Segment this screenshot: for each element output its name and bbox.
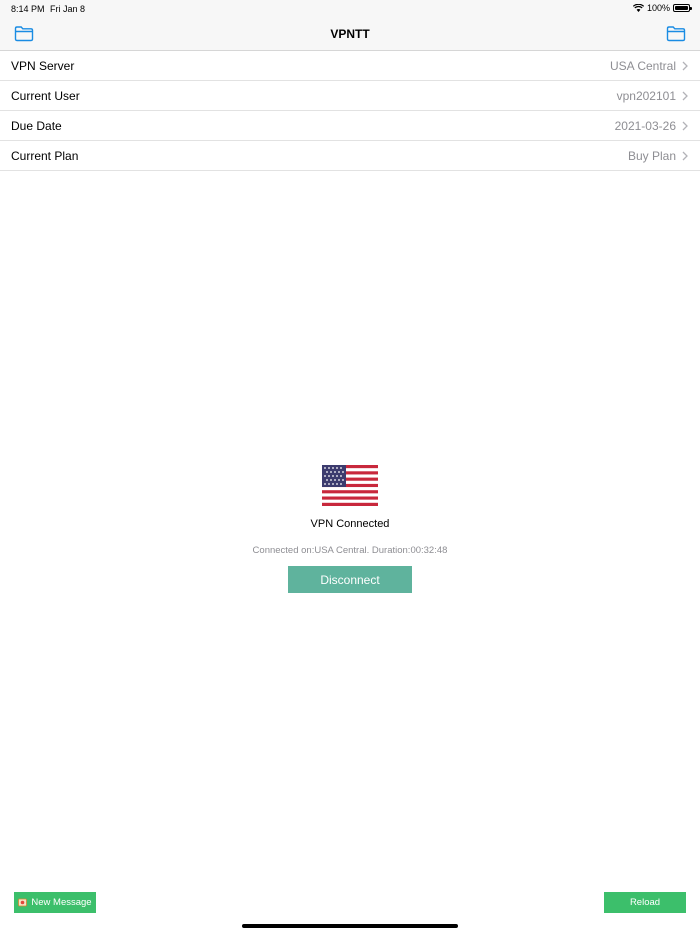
row-value: 2021-03-26 xyxy=(614,118,676,133)
new-message-label: New Message xyxy=(31,897,92,908)
row-current-user[interactable]: Current User vpn202101 xyxy=(0,81,700,111)
row-due-date[interactable]: Due Date 2021-03-26 xyxy=(0,111,700,141)
chevron-right-icon xyxy=(682,121,688,130)
row-vpn-server[interactable]: VPN Server USA Central xyxy=(0,51,700,81)
wifi-icon xyxy=(632,4,644,12)
row-current-plan[interactable]: Current Plan Buy Plan xyxy=(0,141,700,171)
home-indicator xyxy=(242,924,458,928)
battery-percent: 100% xyxy=(646,3,670,13)
connection-status: VPN Connected xyxy=(310,518,390,530)
chevron-right-icon xyxy=(682,91,688,100)
folder-icon[interactable] xyxy=(666,25,686,42)
row-value: USA Central xyxy=(609,58,676,73)
row-value: vpn202101 xyxy=(616,88,676,103)
connection-detail: Connected on:USA Central. Duration:00:32… xyxy=(252,545,448,556)
usa-flag-icon xyxy=(322,465,378,506)
row-value: Buy Plan xyxy=(627,148,676,163)
new-message-button[interactable]: New Message xyxy=(14,892,96,913)
navigation-bar: VPNTT xyxy=(0,18,700,51)
status-time: 8:14 PM xyxy=(11,4,45,14)
status-indicators: 100% xyxy=(632,3,692,13)
row-label: Due Date xyxy=(11,118,62,133)
row-label: Current Plan xyxy=(11,148,79,163)
chevron-right-icon xyxy=(682,151,688,160)
battery-icon xyxy=(673,4,692,12)
connection-panel: VPN Connected Connected on:USA Central. … xyxy=(0,465,700,593)
row-label: Current User xyxy=(11,88,80,103)
row-label: VPN Server xyxy=(11,58,75,73)
status-date: Fri Jan 8 xyxy=(50,4,86,14)
page-title: VPNTT xyxy=(330,27,370,41)
settings-list: VPN Server USA Central Current User vpn2… xyxy=(0,51,700,171)
status-bar: 8:14 PM Fri Jan 8 100% xyxy=(0,0,700,18)
reload-button[interactable]: Reload xyxy=(604,892,686,913)
message-icon xyxy=(18,898,28,907)
chevron-right-icon xyxy=(682,61,688,70)
disconnect-button[interactable]: Disconnect xyxy=(288,566,412,593)
